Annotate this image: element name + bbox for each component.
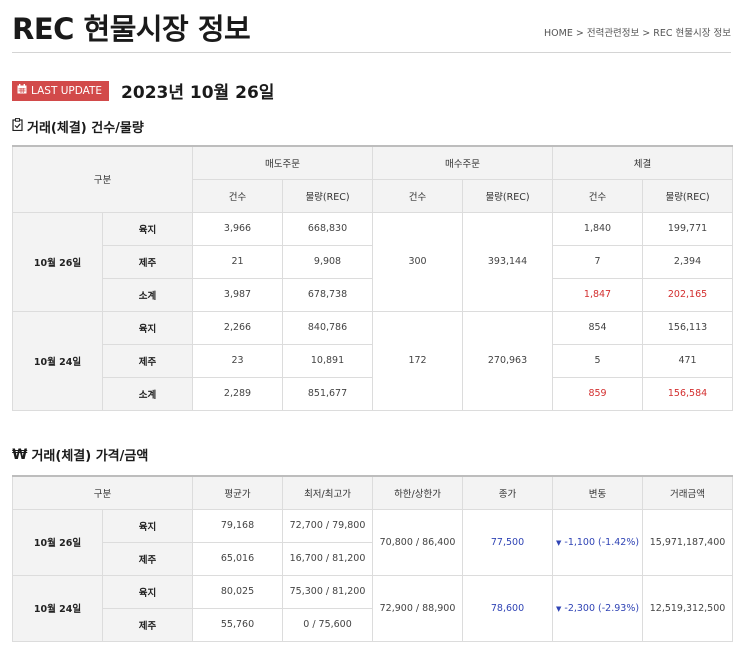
min-max-price: 72,700 / 79,800 — [282, 508, 374, 543]
page-title: REC 현물시장 정보 — [12, 12, 251, 46]
down-triangle-icon: ▼ — [555, 604, 562, 613]
settled-count: 854 — [552, 310, 644, 345]
settled-count: 7 — [552, 244, 644, 279]
sell-volume: 851,677 — [282, 376, 374, 411]
group-date: 10월 24일 — [12, 310, 103, 411]
sell-volume: 840,786 — [282, 310, 374, 345]
settled-volume-subtotal: 156,584 — [642, 376, 734, 411]
table-row: 10월 26일 육지 3,966 668,830 300 393,144 1,8… — [12, 211, 734, 312]
last-update-label: LAST UPDATE — [31, 84, 103, 97]
last-update-badge: LAST UPDATE — [12, 80, 110, 101]
settled-count: 5 — [552, 343, 644, 378]
table-row: 10월 24일 육지 2,266 840,786 172 270,963 854… — [12, 310, 734, 411]
trade-amount: 12,519,312,500 — [642, 574, 734, 642]
down-triangle-icon: ▼ — [555, 538, 562, 547]
price-section-title: ₩ 거래(체결) 가격/금액 — [12, 446, 149, 465]
header-amount: 거래금액 — [642, 475, 734, 510]
region-label: 육지 — [101, 574, 194, 609]
header-buy-orders: 매수주문 — [372, 145, 554, 180]
header-close: 종가 — [462, 475, 554, 510]
header-sell-count: 건수 — [192, 178, 284, 213]
min-max-price: 75,300 / 81,200 — [282, 574, 374, 609]
breadcrumb: HOME > 전력관련정보 > REC 현물시장 정보 — [544, 28, 731, 39]
header-limit: 하한/상한가 — [372, 475, 464, 510]
group-date: 10월 24일 — [12, 574, 103, 642]
limit-price: 70,800 / 86,400 — [372, 508, 464, 576]
header-buy-count: 건수 — [372, 178, 464, 213]
calendar-icon — [17, 81, 27, 101]
region-label: 소계 — [101, 376, 194, 411]
title-divider — [12, 52, 731, 53]
table-row: 10월 24일 육지 80,025 75,300 / 81,200 72,900… — [12, 574, 734, 642]
settled-count-subtotal: 859 — [552, 376, 644, 411]
settled-volume: 471 — [642, 343, 734, 378]
trade-amount: 15,971,187,400 — [642, 508, 734, 576]
region-label: 육지 — [101, 211, 194, 246]
region-label: 소계 — [101, 277, 194, 312]
region-label: 제주 — [101, 607, 194, 642]
settled-volume: 156,113 — [642, 310, 734, 345]
sell-volume: 668,830 — [282, 211, 374, 246]
region-label: 제주 — [101, 541, 194, 576]
sell-count: 23 — [192, 343, 284, 378]
clipboard-check-icon — [12, 118, 23, 135]
sell-count: 2,289 — [192, 376, 284, 411]
header-category: 구분 — [11, 475, 194, 510]
header-category: 구분 — [11, 145, 194, 213]
header-settled: 체결 — [552, 145, 734, 180]
region-label: 제주 — [101, 244, 194, 279]
price-change: ▼ -2,300 (-2.93%) — [552, 574, 644, 642]
min-max-price: 16,700 / 81,200 — [282, 541, 374, 576]
header-buy-volume: 물량(REC) — [462, 178, 554, 213]
avg-price: 79,168 — [192, 508, 284, 543]
buy-volume: 270,963 — [462, 310, 554, 411]
volume-table: 구분 매도주문 매수주문 체결 건수 물량(REC) 건수 물량(REC) 건수… — [11, 145, 734, 411]
sell-count: 21 — [192, 244, 284, 279]
settled-count: 1,840 — [552, 211, 644, 246]
sell-count: 3,987 — [192, 277, 284, 312]
settled-volume-subtotal: 202,165 — [642, 277, 734, 312]
header-change: 변동 — [552, 475, 644, 510]
group-date: 10월 26일 — [12, 211, 103, 312]
buy-count: 300 — [372, 211, 464, 312]
header-settled-count: 건수 — [552, 178, 644, 213]
avg-price: 55,760 — [192, 607, 284, 642]
last-update-row: LAST UPDATE 2023년 10월 26일 — [12, 78, 274, 103]
avg-price: 80,025 — [192, 574, 284, 609]
close-price: 78,600 — [462, 574, 554, 642]
sell-volume: 10,891 — [282, 343, 374, 378]
group-date: 10월 26일 — [12, 508, 103, 576]
buy-volume: 393,144 — [462, 211, 554, 312]
header-sell-orders: 매도주문 — [192, 145, 374, 180]
region-label: 육지 — [101, 310, 194, 345]
table-row: 10월 26일 육지 79,168 72,700 / 79,800 70,800… — [12, 508, 734, 576]
min-max-price: 0 / 75,600 — [282, 607, 374, 642]
close-price: 77,500 — [462, 508, 554, 576]
region-label: 제주 — [101, 343, 194, 378]
limit-price: 72,900 / 88,900 — [372, 574, 464, 642]
sell-volume: 678,738 — [282, 277, 374, 312]
sell-volume: 9,908 — [282, 244, 374, 279]
sell-count: 3,966 — [192, 211, 284, 246]
won-icon: ₩ — [12, 446, 28, 463]
header-sell-volume: 물량(REC) — [282, 178, 374, 213]
settled-volume: 2,394 — [642, 244, 734, 279]
volume-section-title: 거래(체결) 건수/물량 — [12, 117, 144, 136]
price-change: ▼ -1,100 (-1.42%) — [552, 508, 644, 576]
sell-count: 2,266 — [192, 310, 284, 345]
settled-volume: 199,771 — [642, 211, 734, 246]
header-settled-volume: 물량(REC) — [642, 178, 734, 213]
header-avg-price: 평균가 — [192, 475, 284, 510]
price-table: 구분 평균가 최저/최고가 하한/상한가 종가 변동 거래금액 10월 26일 … — [11, 475, 734, 642]
region-label: 육지 — [101, 508, 194, 543]
header-min-max: 최저/최고가 — [282, 475, 374, 510]
avg-price: 65,016 — [192, 541, 284, 576]
buy-count: 172 — [372, 310, 464, 411]
settled-count-subtotal: 1,847 — [552, 277, 644, 312]
last-update-date: 2023년 10월 26일 — [121, 83, 275, 103]
